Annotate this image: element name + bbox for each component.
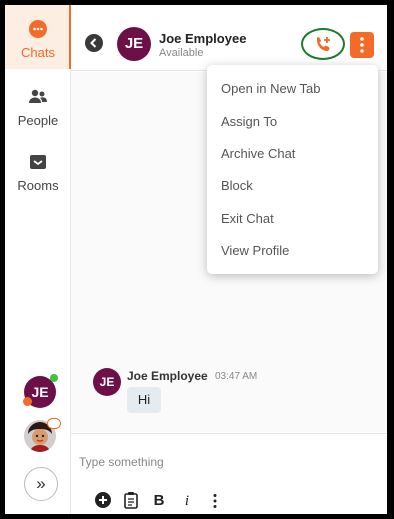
more-vertical-icon (360, 37, 364, 53)
arrow-left-icon (90, 38, 97, 48)
sidebar: Chats People Rooms JE » (5, 5, 71, 514)
chat-header: JE Joe Employee Available (71, 5, 387, 71)
bold-label: B (153, 492, 165, 509)
message-text: Hi (137, 392, 151, 407)
menu-item-view-profile[interactable]: View Profile (221, 243, 289, 258)
sidebar-item-rooms[interactable]: Rooms (5, 138, 71, 202)
message-author-name: Joe Employee (127, 369, 208, 383)
more-formatting-button[interactable] (205, 491, 225, 511)
chat-panel: JE Joe Employee Available Open in New Ta… (71, 5, 387, 514)
sidebar-item-label: Rooms (17, 178, 59, 193)
menu-item-assign-to[interactable]: Assign To (221, 114, 277, 129)
app-window: Chats People Rooms JE » JE Joe Employee … (5, 5, 387, 514)
phone-add-icon (317, 37, 330, 51)
message-composer: B i (71, 433, 387, 514)
chat-badge-icon (47, 418, 61, 429)
add-attachment-button[interactable] (93, 491, 113, 511)
message-author-avatar[interactable]: JE (93, 368, 121, 396)
people-icon (29, 89, 47, 103)
contact-name: Joe Employee (159, 31, 247, 46)
online-status-dot (50, 374, 58, 382)
contact-status: Available (159, 47, 204, 59)
italic-label: i (184, 493, 190, 509)
back-button[interactable] (85, 34, 103, 52)
chat-bubble-icon (29, 20, 47, 38)
message-author-initials: JE (99, 375, 115, 389)
notification-badge (23, 397, 32, 406)
contact-avatar-initials: JE (124, 35, 144, 52)
chevron-double-right-icon: » (36, 474, 46, 493)
options-menu: Open in New Tab Assign To Archive Chat B… (207, 65, 378, 274)
plus-circle-icon (95, 492, 111, 508)
more-vertical-icon (213, 494, 217, 508)
italic-button[interactable]: i (177, 491, 197, 511)
user-avatar-initials: JE (31, 384, 49, 400)
message-timestamp: 03:47 AM (215, 371, 258, 382)
more-options-button[interactable] (350, 32, 374, 58)
message-bubble: Hi (127, 387, 161, 413)
contact-avatar[interactable]: JE (117, 27, 151, 61)
bold-button[interactable]: B (149, 491, 169, 511)
clipboard-icon (124, 492, 138, 509)
menu-item-exit-chat[interactable]: Exit Chat (221, 211, 274, 226)
sidebar-item-label: Chats (21, 45, 55, 60)
clipboard-button[interactable] (121, 491, 141, 511)
menu-item-archive-chat[interactable]: Archive Chat (221, 146, 295, 161)
sidebar-item-people[interactable]: People (5, 73, 71, 137)
menu-item-open-in-new-tab[interactable]: Open in New Tab (221, 81, 321, 96)
sidebar-item-chats[interactable]: Chats (5, 5, 71, 69)
message-input[interactable] (79, 444, 369, 480)
menu-item-block[interactable]: Block (221, 178, 253, 193)
expand-sidebar-button[interactable]: » (24, 467, 58, 501)
sidebar-item-label: People (17, 113, 59, 128)
add-call-button[interactable] (301, 28, 345, 60)
room-icon (30, 155, 46, 169)
